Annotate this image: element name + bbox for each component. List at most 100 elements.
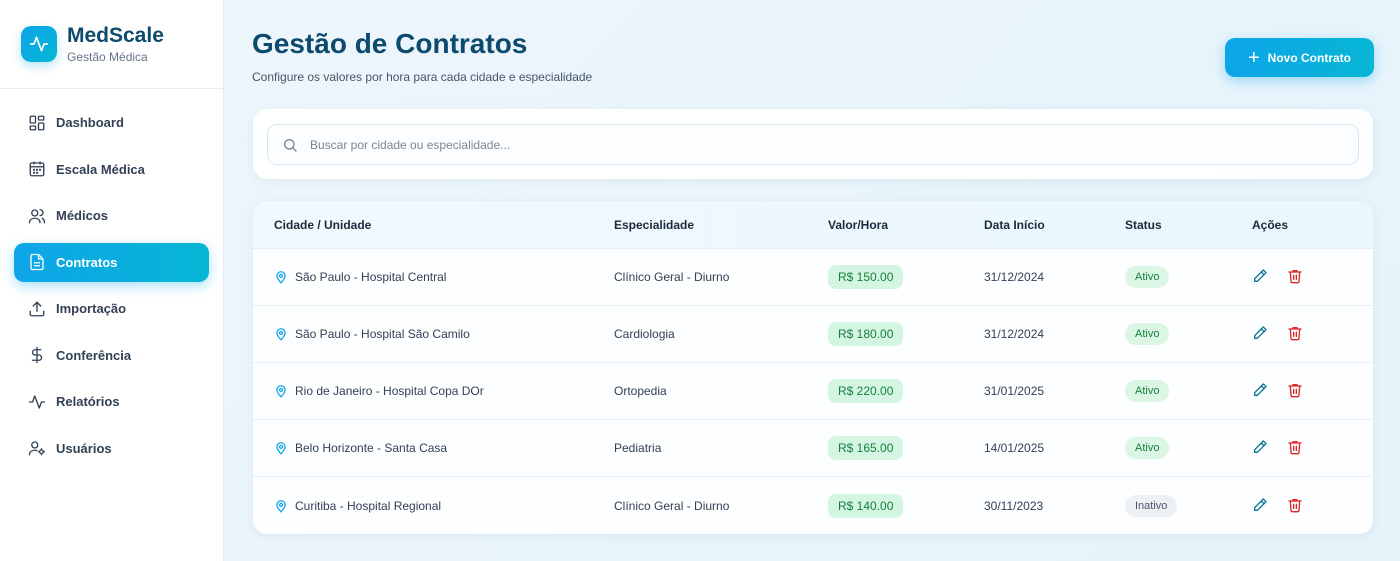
sidebar-item-label: Escala Médica: [56, 161, 145, 177]
sidebar: MedScale Gestão Médica Dashboard Escala …: [0, 0, 224, 561]
price-badge: R$ 165.00: [828, 436, 904, 460]
sidebar-item-label: Relatórios: [56, 394, 120, 409]
table-row: Belo Horizonte - Santa Casa Pediatria R$…: [253, 420, 1373, 477]
edit-icon[interactable]: [1252, 497, 1270, 515]
map-pin-icon: [274, 384, 288, 398]
table-row: Rio de Janeiro - Hospital Copa DOr Ortop…: [253, 363, 1373, 420]
table-body: São Paulo - Hospital Central Clínico Ger…: [253, 249, 1373, 534]
table-row: Curitiba - Hospital Regional Clínico Ger…: [253, 477, 1373, 534]
city-text: Curitiba - Hospital Regional: [295, 498, 442, 513]
brand-subtitle: Gestão Médica: [67, 50, 148, 64]
actions-cell: [1252, 497, 1305, 515]
price-badge: R$ 150.00: [828, 265, 904, 289]
calendar-icon: [28, 160, 46, 178]
city-cell: São Paulo - Hospital Central: [274, 270, 446, 284]
trash-icon[interactable]: [1287, 439, 1305, 457]
sidebar-item-conferencia[interactable]: Conferência: [14, 336, 209, 375]
brand: MedScale Gestão Médica: [0, 0, 223, 89]
file-icon: [28, 253, 46, 271]
price-badge: R$ 180.00: [828, 322, 904, 346]
search-box[interactable]: [267, 124, 1359, 165]
search-icon: [282, 137, 298, 153]
new-contract-button[interactable]: + Novo Contrato: [1225, 38, 1374, 77]
activity-icon: [28, 393, 46, 411]
sidebar-item-contratos[interactable]: Contratos: [14, 242, 209, 282]
city-text: Belo Horizonte - Santa Casa: [295, 441, 448, 455]
edit-icon[interactable]: [1252, 325, 1270, 343]
city-cell: Rio de Janeiro - Hospital Copa DOr: [274, 384, 484, 398]
plus-icon: +: [1247, 46, 1260, 69]
users-icon: [28, 207, 46, 225]
sidebar-item-label: Contratos: [56, 254, 118, 270]
trash-icon[interactable]: [1287, 268, 1305, 286]
value-cell: R$ 150.00: [828, 265, 904, 289]
specialty-cell: Clínico Geral - Diurno: [614, 498, 730, 513]
status-cell: Ativo: [1125, 437, 1170, 459]
status-badge: Ativo: [1125, 323, 1170, 345]
sidebar-nav: Dashboard Escala Médica Médicos Contrato…: [0, 89, 223, 468]
status-cell: Ativo: [1125, 323, 1170, 345]
new-contract-label: Novo Contrato: [1267, 50, 1351, 65]
sidebar-item-medicos[interactable]: Médicos: [14, 196, 209, 235]
city-cell: Belo Horizonte - Santa Casa: [274, 441, 447, 455]
edit-icon[interactable]: [1252, 382, 1270, 400]
sidebar-item-label: Dashboard: [56, 115, 124, 130]
sidebar-item-dashboard[interactable]: Dashboard: [14, 103, 209, 142]
header-date: Data Início: [984, 217, 1045, 232]
edit-icon[interactable]: [1252, 268, 1270, 286]
map-pin-icon: [274, 270, 288, 284]
status-cell: Ativo: [1125, 266, 1170, 288]
date-cell: 14/01/2025: [984, 441, 1045, 455]
sidebar-item-relatorios[interactable]: Relatórios: [14, 382, 209, 421]
main-content: Gestão de Contratos Configure os valores…: [224, 0, 1400, 561]
header-specialty: Especialidade: [614, 217, 695, 232]
sidebar-item-label: Conferência: [56, 347, 132, 363]
status-badge: Ativo: [1125, 266, 1170, 288]
edit-icon[interactable]: [1252, 439, 1270, 457]
dashboard-icon: [28, 114, 46, 132]
activity-logo-icon: [21, 26, 57, 62]
page-title: Gestão de Contratos: [252, 28, 528, 59]
city-text: São Paulo - Hospital São Camilo: [295, 327, 470, 341]
date-cell: 31/01/2025: [984, 384, 1045, 398]
map-pin-icon: [274, 441, 288, 455]
actions-cell: [1252, 439, 1305, 457]
sidebar-item-usuarios[interactable]: Usuários: [14, 429, 209, 468]
header-actions: Ações: [1252, 217, 1289, 232]
trash-icon[interactable]: [1287, 497, 1305, 515]
contracts-table: Cidade / Unidade Especialidade Valor/Hor…: [253, 201, 1373, 534]
specialty-cell: Clínico Geral - Diurno: [614, 270, 730, 284]
actions-cell: [1252, 268, 1305, 286]
date-cell: 30/11/2023: [984, 498, 1044, 513]
value-cell: R$ 180.00: [828, 322, 904, 346]
actions-cell: [1252, 325, 1305, 343]
search-input[interactable]: [310, 137, 1310, 152]
status-cell: Ativo: [1125, 380, 1170, 402]
header-city: Cidade / Unidade: [274, 217, 372, 232]
user-settings-icon: [28, 439, 46, 457]
header-value: Valor/Hora: [828, 217, 889, 232]
trash-icon[interactable]: [1287, 382, 1305, 400]
table-row: São Paulo - Hospital São Camilo Cardiolo…: [253, 306, 1373, 363]
status-badge: Ativo: [1125, 437, 1170, 459]
specialty-cell: Cardiologia: [614, 327, 675, 341]
status-cell: Inativo: [1125, 494, 1178, 517]
header-status: Status: [1125, 217, 1162, 232]
upload-icon: [28, 300, 46, 318]
map-pin-icon: [274, 327, 288, 341]
sidebar-item-importacao[interactable]: Importação: [14, 289, 209, 328]
sidebar-item-escala[interactable]: Escala Médica: [14, 150, 209, 189]
city-text: Rio de Janeiro - Hospital Copa DOr: [295, 384, 484, 398]
date-cell: 31/12/2024: [984, 327, 1045, 341]
price-badge: R$ 220.00: [828, 379, 904, 403]
search-card: [253, 109, 1373, 179]
sidebar-item-label: Médicos: [56, 208, 109, 223]
value-cell: R$ 140.00: [828, 493, 904, 518]
city-cell: Curitiba - Hospital Regional: [274, 499, 441, 513]
price-badge: R$ 140.00: [828, 493, 904, 518]
value-cell: R$ 165.00: [828, 436, 904, 460]
city-text: São Paulo - Hospital Central: [295, 270, 447, 284]
trash-icon[interactable]: [1287, 325, 1305, 343]
table-row: São Paulo - Hospital Central Clínico Ger…: [253, 249, 1373, 306]
page-subtitle: Configure os valores por hora para cada …: [252, 70, 593, 84]
